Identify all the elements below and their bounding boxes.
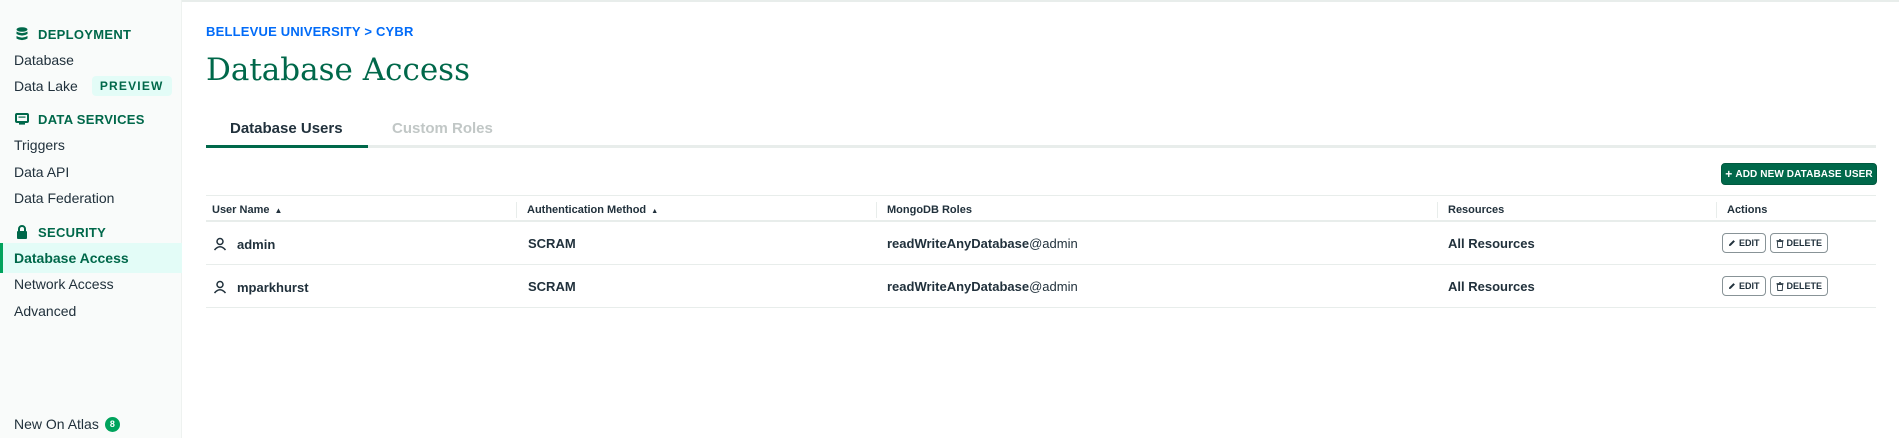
active-tab-indicator	[206, 145, 368, 148]
delete-button[interactable]: DELETE	[1769, 276, 1829, 296]
sidebar-section-deployment: DEPLOYMENT	[14, 24, 131, 44]
sidebar-item-advanced[interactable]: Advanced	[0, 296, 182, 326]
user-name-cell: mparkhurst	[212, 279, 309, 295]
add-database-user-label: ADD NEW DATABASE USER	[1735, 168, 1873, 180]
sidebar: DEPLOYMENT Database Data Lake PREVIEW DA…	[0, 0, 182, 438]
role-db: @admin	[1029, 236, 1078, 251]
sidebar-item-label: Data API	[14, 164, 70, 180]
sidebar-item-network-access[interactable]: Network Access	[0, 269, 182, 299]
actions-cell: EDIT DELETE	[1722, 233, 1832, 253]
actions-cell: EDIT DELETE	[1722, 276, 1832, 296]
table-row: admin SCRAM readWriteAnyDatabase@admin A…	[206, 222, 1876, 265]
add-database-user-button[interactable]: + ADD NEW DATABASE USER	[1721, 163, 1877, 185]
sidebar-item-data-federation[interactable]: Data Federation	[0, 183, 182, 213]
edit-button[interactable]: EDIT	[1722, 233, 1766, 253]
sort-ascending-icon: ▲	[651, 208, 659, 215]
user-icon	[212, 279, 228, 295]
header-label: Authentication Method	[527, 204, 647, 216]
edit-label: EDIT	[1739, 281, 1760, 291]
header-actions: Actions	[1716, 202, 1767, 218]
page-title: Database Access	[206, 52, 470, 88]
sort-icon: ▲︎	[274, 206, 283, 215]
roles-cell: readWriteAnyDatabase@admin	[887, 236, 1078, 251]
sidebar-section-label: DEPLOYMENT	[38, 26, 132, 42]
notification-count-badge: 8	[104, 416, 120, 432]
top-border	[0, 0, 1899, 2]
table-header: User Name ▲︎ Authentication Method ▲ Mon…	[206, 195, 1876, 222]
database-users-table: User Name ▲︎ Authentication Method ▲ Mon…	[206, 195, 1876, 308]
pencil-icon	[1728, 239, 1736, 247]
table-row: mparkhurst SCRAM readWriteAnyDatabase@ad…	[206, 265, 1876, 308]
trash-icon	[1776, 238, 1784, 248]
tab-custom-roles[interactable]: Custom Roles	[392, 120, 493, 137]
auth-method-cell: SCRAM	[528, 236, 576, 251]
role-name: readWriteAnyDatabase	[887, 279, 1030, 294]
header-auth-method[interactable]: Authentication Method ▲	[516, 202, 658, 218]
sidebar-item-new-on-atlas[interactable]: New On Atlas 8	[0, 409, 182, 438]
header-roles: MongoDB Roles	[876, 202, 972, 218]
edit-label: EDIT	[1739, 238, 1760, 248]
monitor-icon	[14, 111, 30, 127]
preview-badge: PREVIEW	[91, 76, 172, 96]
delete-label: DELETE	[1786, 238, 1823, 248]
role-db: @admin	[1029, 279, 1078, 294]
sidebar-item-triggers[interactable]: Triggers	[0, 130, 182, 160]
trash-icon	[1776, 281, 1784, 291]
edit-button[interactable]: EDIT	[1722, 276, 1766, 296]
sidebar-item-label: Data Federation	[14, 190, 115, 206]
tab-bar: Database Users Custom Roles	[206, 112, 1876, 148]
sidebar-section-label: SECURITY	[38, 224, 107, 240]
sidebar-item-label: Network Access	[14, 276, 114, 292]
sidebar-section-label: DATA SERVICES	[38, 111, 145, 127]
sidebar-item-label: New On Atlas	[14, 416, 99, 432]
user-name: admin	[237, 236, 276, 252]
delete-label: DELETE	[1786, 281, 1823, 291]
breadcrumb[interactable]: BELLEVUE UNIVERSITY > CYBR	[206, 24, 414, 39]
database-icon	[14, 26, 30, 42]
user-icon	[212, 236, 228, 252]
pencil-icon	[1728, 282, 1736, 290]
auth-method-cell: SCRAM	[528, 279, 576, 294]
sidebar-item-label: Triggers	[14, 137, 65, 153]
resources-cell: All Resources	[1448, 279, 1535, 294]
sidebar-section-security: SECURITY	[14, 222, 106, 242]
sidebar-section-data-services: DATA SERVICES	[14, 109, 145, 129]
sidebar-item-label: Advanced	[14, 303, 77, 319]
user-name-cell: admin	[212, 236, 275, 252]
lock-icon	[14, 224, 30, 240]
sidebar-item-label: Data Lake	[14, 78, 78, 94]
user-name: mparkhurst	[237, 279, 309, 295]
roles-cell: readWriteAnyDatabase@admin	[887, 279, 1078, 294]
sidebar-item-data-lake[interactable]: Data Lake PREVIEW	[0, 71, 182, 101]
header-label: User Name	[212, 204, 270, 216]
role-name: readWriteAnyDatabase	[887, 236, 1030, 251]
delete-button[interactable]: DELETE	[1769, 233, 1829, 253]
tab-database-users[interactable]: Database Users	[230, 120, 343, 137]
sidebar-item-label: Database	[14, 52, 74, 68]
resources-cell: All Resources	[1448, 236, 1535, 251]
header-user-name[interactable]: User Name ▲︎	[206, 202, 282, 218]
sidebar-item-label: Database Access	[14, 250, 129, 266]
plus-icon: +	[1725, 167, 1733, 181]
header-resources: Resources	[1437, 202, 1504, 218]
